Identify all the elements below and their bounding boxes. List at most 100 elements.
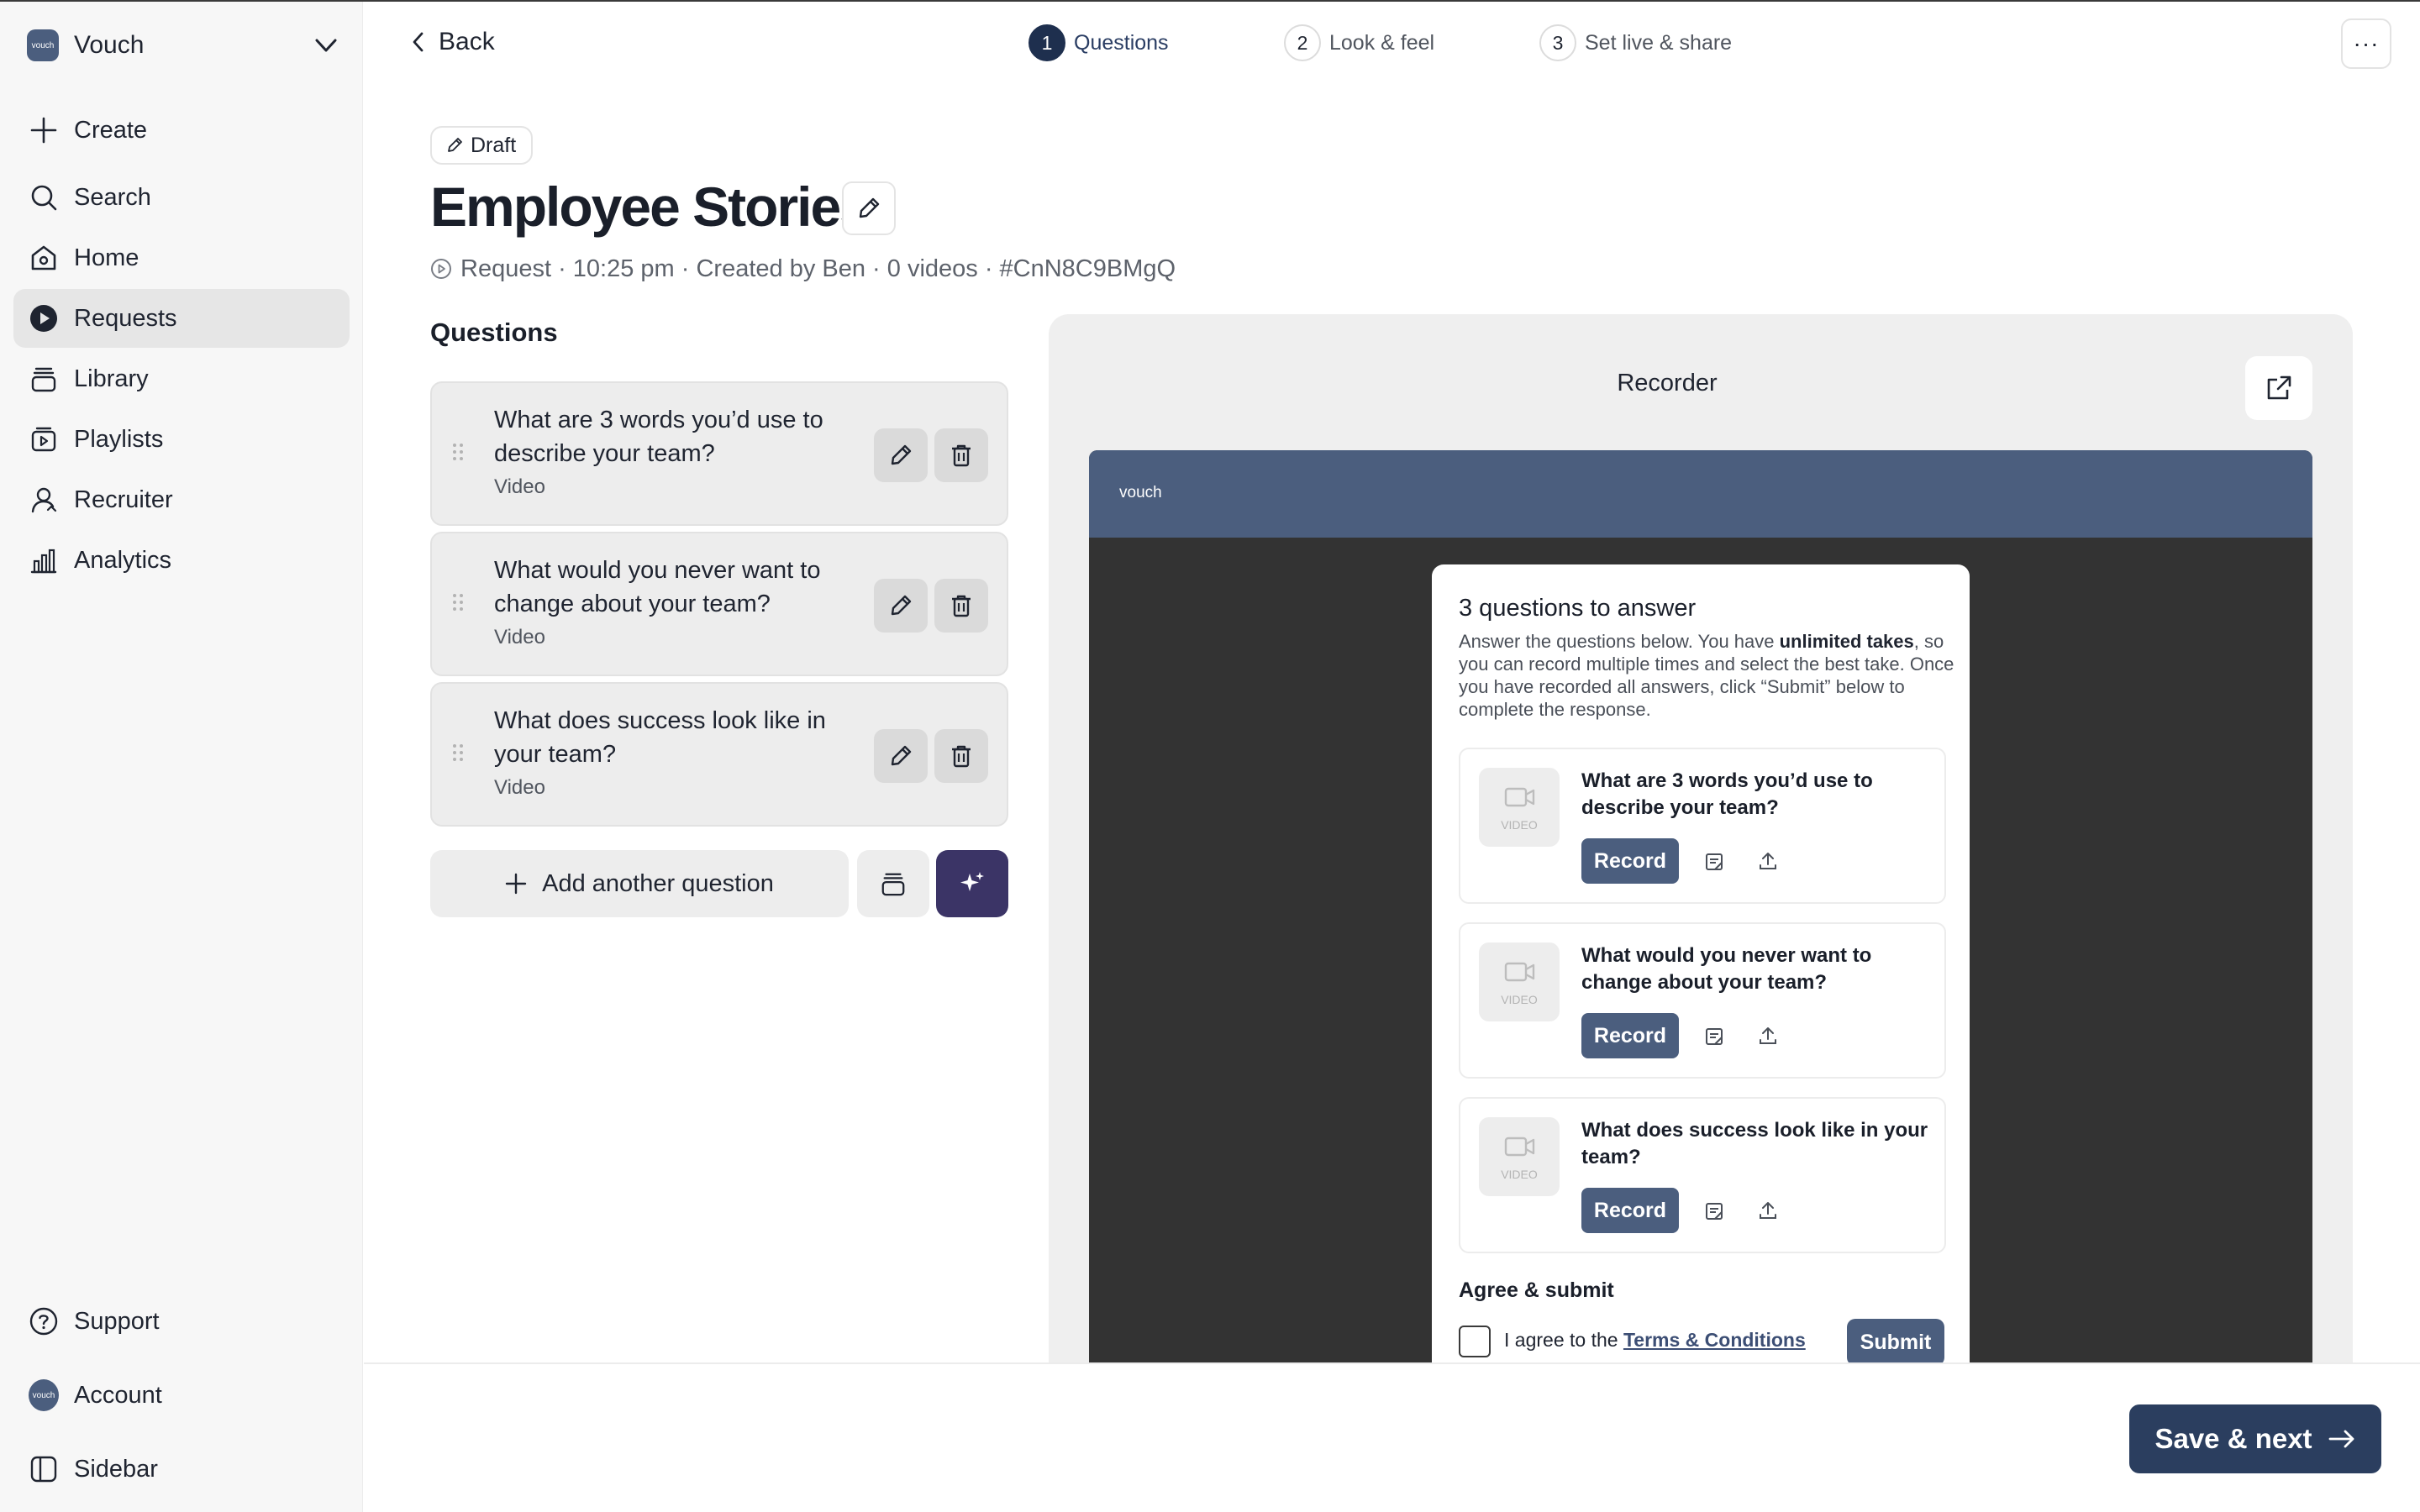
sidebar-item-label: Support	[74, 1307, 160, 1335]
open-preview-button[interactable]	[2245, 356, 2312, 420]
upload-icon[interactable]	[1758, 1200, 1778, 1221]
sidebar: vouch Vouch Create Search Home Requests …	[0, 2, 363, 1512]
notes-icon[interactable]	[1704, 1201, 1724, 1221]
workspace-switcher[interactable]: vouch Vouch	[27, 27, 339, 64]
terms-link[interactable]: Terms & Conditions	[1623, 1329, 1806, 1351]
back-button[interactable]: Back	[412, 24, 495, 60]
sidebar-item-label: Library	[74, 365, 149, 392]
sidebar-item-recruiter[interactable]: Recruiter	[13, 470, 350, 529]
sidebar-item-home[interactable]: Home	[13, 228, 350, 287]
avatar-text: vouch	[29, 1379, 59, 1411]
window-top-border	[0, 0, 2420, 2]
record-button[interactable]: Record	[1581, 838, 1679, 884]
video-thumbnail: VIDEO	[1479, 768, 1560, 847]
step-number: 3	[1539, 24, 1576, 61]
sidebar-item-label: Search	[74, 183, 151, 211]
pencil-icon	[891, 595, 912, 616]
question-card[interactable]: What are 3 words you’d use to describe y…	[430, 381, 1008, 526]
recorder-question-text: What would you never want to change abou…	[1581, 944, 1872, 994]
submit-button[interactable]: Submit	[1847, 1319, 1944, 1364]
more-options-button[interactable]: ···	[2341, 18, 2391, 69]
pencil-icon	[891, 444, 912, 465]
sidebar-item-analytics[interactable]: Analytics	[13, 531, 350, 590]
add-question-button[interactable]: Add another question	[430, 850, 849, 917]
record-button[interactable]: Record	[1581, 1013, 1679, 1058]
requests-icon	[29, 303, 59, 333]
library-icon	[29, 364, 59, 394]
upload-icon[interactable]	[1758, 1025, 1778, 1047]
recorder-question-card: VIDEO What would you never want to chang…	[1459, 922, 1946, 1079]
delete-question-button[interactable]	[934, 428, 988, 482]
library-icon	[881, 873, 905, 896]
save-and-next-button[interactable]: Save & next	[2129, 1404, 2381, 1473]
step-label: Set live & share	[1585, 30, 1733, 55]
trash-icon	[952, 745, 971, 768]
recorder-form-title: 3 questions to answer	[1459, 595, 1697, 622]
sidebar-item-create[interactable]: Create	[13, 101, 350, 160]
question-bank-button[interactable]	[857, 850, 929, 917]
questions-heading: Questions	[430, 318, 558, 347]
recruiter-icon	[29, 485, 59, 515]
step-set-live-and-share[interactable]: 3 Set live & share	[1539, 24, 1732, 62]
sidebar-item-label: Recruiter	[74, 486, 173, 513]
sidebar-item-label: Playlists	[74, 425, 164, 453]
pencil-icon	[448, 138, 462, 152]
delete-question-button[interactable]	[934, 579, 988, 633]
recorder-question-text: What are 3 words you’d use to describe y…	[1581, 769, 1873, 819]
drag-handle-icon[interactable]	[452, 442, 464, 462]
recorder-logo: vouch	[1119, 484, 1162, 501]
plus-icon	[29, 115, 59, 145]
sidebar-item-library[interactable]: Library	[13, 349, 350, 408]
sidebar-item-support[interactable]: Support	[13, 1292, 350, 1351]
video-camera-icon	[1504, 1137, 1535, 1157]
agree-submit-heading: Agree & submit	[1459, 1278, 1614, 1302]
video-thumbnail-label: VIDEO	[1501, 1168, 1538, 1181]
edit-question-button[interactable]	[874, 428, 928, 482]
sidebar-item-requests[interactable]: Requests	[13, 289, 350, 348]
request-meta-text: Request · 10:25 pm · Created by Ben · 0 …	[460, 255, 1176, 282]
terms-checkbox[interactable]	[1459, 1326, 1491, 1357]
notes-icon[interactable]	[1704, 1026, 1724, 1047]
sidebar-item-search[interactable]: Search	[13, 168, 350, 227]
avatar: vouch	[29, 1379, 59, 1411]
step-look-and-feel[interactable]: 2 Look & feel	[1284, 24, 1434, 62]
ai-generate-button[interactable]	[936, 850, 1008, 917]
sidebar-item-label: Sidebar	[74, 1455, 158, 1483]
edit-title-button[interactable]	[842, 181, 896, 235]
question-card[interactable]: What does success look like in your team…	[430, 682, 1008, 827]
request-meta: Request · 10:25 pm · Created by Ben · 0 …	[430, 254, 1176, 284]
chevron-down-icon	[315, 39, 337, 52]
drag-handle-icon[interactable]	[452, 592, 464, 612]
sidebar-item-label: Requests	[74, 304, 177, 332]
search-icon	[29, 182, 59, 213]
edit-question-button[interactable]	[874, 579, 928, 633]
video-thumbnail: VIDEO	[1479, 942, 1560, 1021]
status-badge: Draft	[430, 126, 534, 165]
sidebar-item-playlists[interactable]: Playlists	[13, 410, 350, 469]
recorder-preview-panel: Recorder vouch 3 questions to answer Ans…	[1049, 314, 2353, 1364]
more-icon: ···	[2353, 30, 2380, 56]
delete-question-button[interactable]	[934, 729, 988, 783]
back-label: Back	[439, 28, 495, 55]
step-questions[interactable]: 1 Questions	[1028, 24, 1169, 62]
sidebar-item-account[interactable]: vouch Account	[13, 1366, 350, 1425]
record-button[interactable]: Record	[1581, 1188, 1679, 1233]
question-card[interactable]: What would you never want to change abou…	[430, 532, 1008, 676]
analytics-icon	[29, 545, 59, 575]
brand-logo: vouch	[27, 29, 59, 61]
question-type: Video	[494, 475, 545, 498]
sidebar-item-sidebar-toggle[interactable]: Sidebar	[13, 1440, 350, 1499]
question-text: What are 3 words you’d use to describe y…	[494, 407, 823, 467]
arrow-right-icon	[2328, 1430, 2354, 1448]
page-title: Employee Stories	[430, 176, 871, 238]
recorder-question-card: VIDEO What are 3 words you’d use to desc…	[1459, 748, 1946, 904]
upload-icon[interactable]	[1758, 850, 1778, 872]
chevron-left-icon	[413, 32, 424, 52]
recorder-header: vouch	[1089, 450, 2312, 538]
drag-handle-icon[interactable]	[452, 743, 464, 763]
sparkles-icon	[960, 872, 984, 891]
edit-question-button[interactable]	[874, 729, 928, 783]
question-text: What does success look like in your team…	[494, 707, 826, 768]
notes-icon[interactable]	[1704, 852, 1724, 872]
sidebar-toggle-icon	[29, 1454, 59, 1484]
